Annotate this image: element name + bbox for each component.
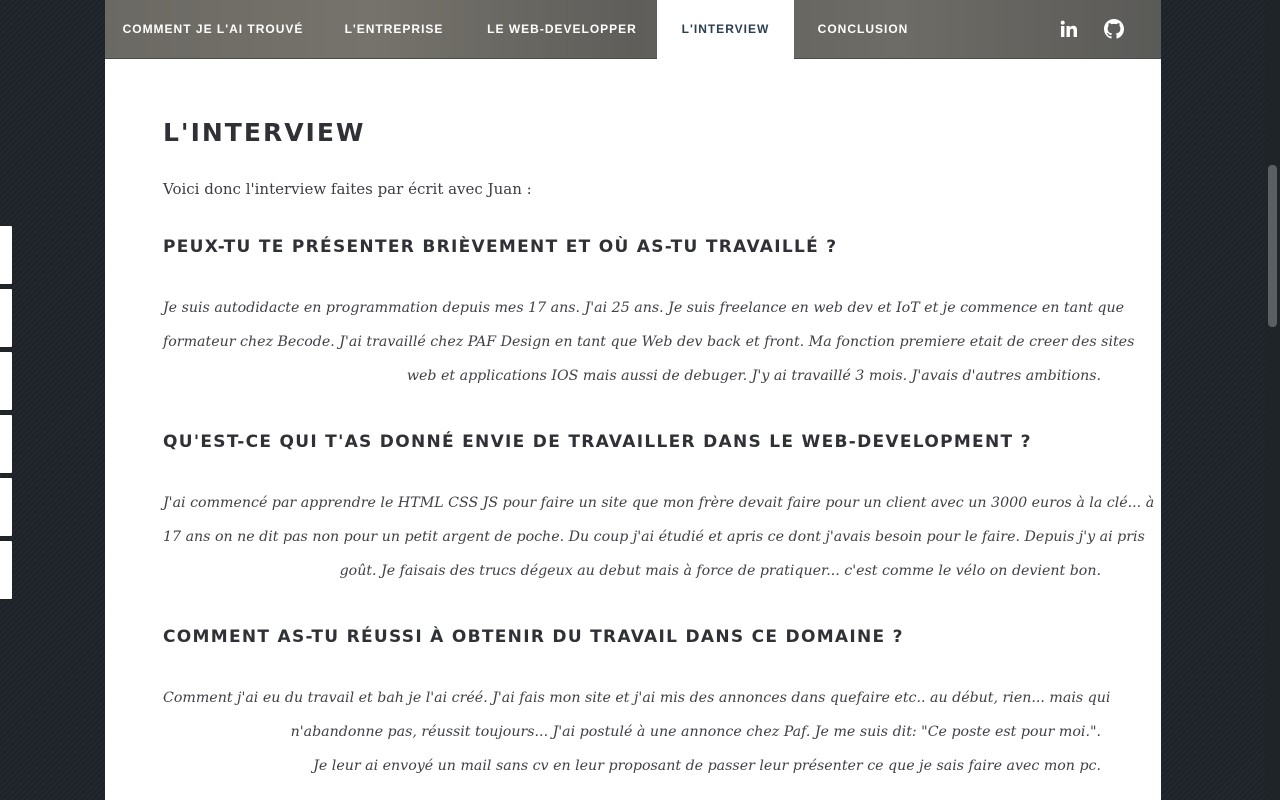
page-container: COMMENT JE L'AI TROUVÉ L'ENTREPRISE LE W… (105, 0, 1161, 800)
answer-line: J'ai commencé par apprendre le HTML CSS … (163, 495, 1155, 511)
answer-line: Je leur ai envoyé un mail sans cv en leu… (313, 758, 1101, 774)
answer-line: Je suis autodidacte en programmation dep… (163, 300, 1125, 316)
top-navbar: COMMENT JE L'AI TROUVÉ L'ENTREPRISE LE W… (105, 0, 1161, 59)
nav-item-l-interview[interactable]: L'INTERVIEW (657, 0, 794, 59)
question-heading: PEUX-TU TE PRÉSENTER BRIÈVEMENT ET OÙ AS… (163, 237, 838, 257)
answer-block: Je suis autodidacte en programmation dep… (163, 291, 1135, 393)
side-tab-2[interactable] (0, 288, 13, 348)
side-tab-5[interactable] (0, 477, 13, 537)
github-icon[interactable] (1104, 19, 1126, 39)
answer-line: n'abandonne pas, réussit toujours... J'a… (290, 724, 1101, 740)
side-tab-4[interactable] (0, 414, 13, 474)
side-tab-6[interactable] (0, 540, 13, 600)
nav-item-le-web-developper[interactable]: LE WEB-DEVELOPPER (467, 0, 657, 58)
intro-text: Voici donc l'interview faites par écrit … (163, 180, 532, 198)
side-tab-3[interactable] (0, 351, 13, 411)
answer-line: Comment j'ai eu du travail et bah je l'a… (163, 690, 1111, 706)
question-heading: COMMENT AS-TU RÉUSSI À OBTENIR DU TRAVAI… (163, 627, 904, 647)
answer-line: 17 ans on ne dit pas non pour un petit a… (163, 529, 1145, 545)
answer-line: goût. Je faisais des trucs dégeux au deb… (339, 563, 1101, 579)
page-scrollbar[interactable] (1265, 0, 1280, 800)
nav-item-comment-je-l-ai-trouve[interactable]: COMMENT JE L'AI TROUVÉ (105, 0, 321, 58)
scrollbar-thumb[interactable] (1268, 165, 1277, 327)
question-heading: QU'EST-CE QUI T'AS DONNÉ ENVIE DE TRAVAI… (163, 432, 1032, 452)
nav-item-l-entreprise[interactable]: L'ENTREPRISE (321, 0, 467, 58)
answer-line: formateur chez Becode. J'ai travaillé ch… (163, 334, 1135, 350)
page-title: L'INTERVIEW (163, 118, 366, 147)
side-tab-1[interactable] (0, 225, 13, 285)
answer-block: J'ai commencé par apprendre le HTML CSS … (163, 486, 1155, 588)
answer-block: Comment j'ai eu du travail et bah je l'a… (163, 681, 1111, 783)
linkedin-icon[interactable] (1059, 19, 1081, 39)
answer-line: web et applications IOS mais aussi de de… (406, 368, 1101, 384)
nav-item-conclusion[interactable]: CONCLUSION (794, 0, 932, 58)
